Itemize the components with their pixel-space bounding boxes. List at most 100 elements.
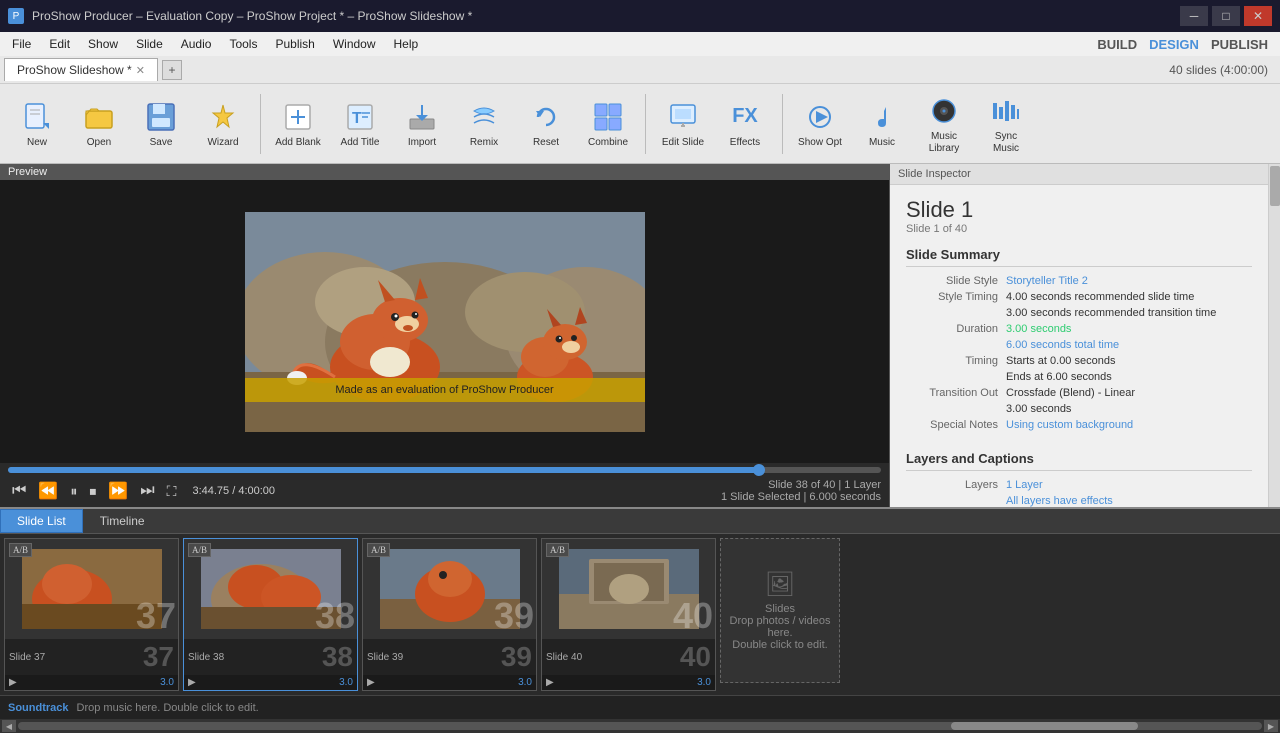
menu-edit[interactable]: Edit	[41, 35, 78, 53]
music-label: Music	[869, 137, 895, 149]
toolbar-fx-button[interactable]: FX Effects	[716, 88, 774, 160]
build-button[interactable]: BUILD	[1097, 37, 1137, 52]
slide-thumb-37[interactable]: A/B 37 Slide 37 37 ▶ 3.0	[4, 538, 179, 691]
slide-thumb-38[interactable]: A/B 38 Slide 38 38 ▶ 3.0	[183, 538, 358, 691]
style-timing-value-2: 3.00 seconds recommended transition time	[1006, 307, 1216, 319]
slide-info-line1: Slide 38 of 40 | 1 Layer	[721, 479, 881, 491]
close-button[interactable]: ✕	[1244, 6, 1272, 26]
toolbar-wizard-button[interactable]: Wizard	[194, 88, 252, 160]
h-scrollbar-thumb[interactable]	[951, 722, 1138, 730]
soundtrack-bar[interactable]: Soundtrack Drop music here. Double click…	[0, 695, 1280, 719]
empty-slides-label: Slides Drop photos / videos here. Double…	[729, 603, 831, 651]
tab-proshow-slideshow[interactable]: ProShow Slideshow * ✕	[4, 58, 158, 81]
toolbar-reset-button[interactable]: Reset	[517, 88, 575, 160]
timeline-tab[interactable]: Timeline	[83, 509, 162, 533]
special-notes-value[interactable]: Using custom background	[1006, 419, 1133, 431]
menu-audio[interactable]: Audio	[173, 35, 220, 53]
minimize-button[interactable]: ─	[1180, 6, 1208, 26]
design-button[interactable]: DESIGN	[1149, 37, 1199, 52]
slide-37-play-icon[interactable]: ▶	[9, 677, 17, 688]
save-icon	[143, 99, 179, 135]
menu-show[interactable]: Show	[80, 35, 126, 53]
bottom-panel: Slide List Timeline A/B 37 Slide 37 37	[0, 507, 1280, 720]
progress-bar[interactable]	[8, 467, 881, 473]
menu-publish[interactable]: Publish	[267, 35, 322, 53]
slide-39-label: Slide 39	[367, 652, 403, 663]
slide-38-image: A/B 38	[184, 539, 357, 639]
scroll-right-button[interactable]: ▶	[1264, 720, 1278, 732]
style-timing-label: Style Timing	[906, 291, 1006, 303]
preview-image-container: Made as an evaluation of ProShow Produce…	[245, 212, 645, 432]
slide-38-duration: 3.0	[339, 677, 353, 688]
inspector-panel: Slide Inspector Slide 1 Slide 1 of 40 Sl…	[890, 164, 1268, 507]
toolbar-add-title-button[interactable]: T Add Title	[331, 88, 389, 160]
stop-button[interactable]: ⏹	[85, 481, 100, 502]
inspector-row-transition: Transition Out Crossfade (Blend) - Linea…	[906, 387, 1252, 399]
fullscreen-button[interactable]: ⛶	[163, 481, 181, 502]
prev-slide-button[interactable]: ⏪	[34, 479, 62, 503]
go-to-start-button[interactable]: ⏮	[8, 480, 30, 502]
tab-close-icon[interactable]: ✕	[136, 64, 145, 77]
slide-38-bignum: 38	[322, 641, 353, 673]
toolbar-edit-slide-button[interactable]: Edit Slide	[654, 88, 712, 160]
menu-window[interactable]: Window	[325, 35, 384, 53]
preview-label: Preview	[0, 164, 889, 180]
empty-drop-zone[interactable]: 🖼 Slides Drop photos / videos here. Doub…	[720, 538, 840, 683]
fx-icon: FX	[727, 99, 763, 135]
open-label: Open	[87, 137, 111, 149]
duration-value: 3.00 seconds	[1006, 323, 1071, 335]
next-slide-button[interactable]: ⏩	[104, 479, 132, 503]
inspector-header: Slide Inspector	[890, 164, 1268, 185]
wizard-label: Wizard	[207, 137, 238, 149]
toolbar-import-button[interactable]: Import	[393, 88, 451, 160]
transport-controls: ⏮ ⏪ ⏸ ⏹ ⏩ ⏭ ⛶ 3:44.75 / 4:00:00	[8, 479, 275, 503]
total-time-label	[906, 339, 1006, 351]
menu-tools[interactable]: Tools	[221, 35, 265, 53]
horizontal-scrollbar[interactable]: ◀ ▶	[0, 719, 1280, 733]
style-timing-value: 4.00 seconds recommended slide time	[1006, 291, 1194, 303]
toolbar: New Open Save Wizard Add Blank T Add Tit…	[0, 84, 1280, 164]
go-to-end-button[interactable]: ⏭	[136, 480, 158, 502]
toolbar-sync-music-button[interactable]: Sync Music	[977, 88, 1035, 160]
inspector-scrollbar[interactable]	[1268, 164, 1280, 507]
scrollbar-thumb[interactable]	[1270, 166, 1280, 206]
effects-value[interactable]: All layers have effects	[1006, 495, 1113, 507]
slide-40-play-icon[interactable]: ▶	[546, 677, 554, 688]
toolbar-remix-button[interactable]: Remix	[455, 88, 513, 160]
watermark-text: Made as an evaluation of ProShow Produce…	[335, 384, 553, 396]
layers-captions-title: Layers and Captions	[906, 451, 1252, 471]
slide-info: Slide 38 of 40 | 1 Layer 1 Slide Selecte…	[721, 479, 881, 503]
slide-thumb-40[interactable]: A/B 40 Slide 40 40 ▶ 3.0	[541, 538, 716, 691]
slide-thumb-39[interactable]: A/B 39 Slide 39 39 ▶ 3.0	[362, 538, 537, 691]
add-title-icon: T	[342, 99, 378, 135]
toolbar-new-button[interactable]: New	[8, 88, 66, 160]
maximize-button[interactable]: □	[1212, 6, 1240, 26]
slide-38-label: Slide 38	[188, 652, 224, 663]
slide-style-value[interactable]: Storyteller Title 2	[1006, 275, 1088, 287]
bottom-tabs: Slide List Timeline	[0, 509, 1280, 534]
toolbar-combine-button[interactable]: Combine	[579, 88, 637, 160]
app-icon: P	[8, 8, 24, 24]
toolbar-show-opt-button[interactable]: Show Opt	[791, 88, 849, 160]
slide-39-play-icon[interactable]: ▶	[367, 677, 375, 688]
scroll-left-button[interactable]: ◀	[2, 720, 16, 732]
toolbar-save-button[interactable]: Save	[132, 88, 190, 160]
slide-list-tab[interactable]: Slide List	[0, 509, 83, 533]
new-label: New	[27, 137, 47, 149]
slide-38-controls: ▶ 3.0	[184, 675, 357, 690]
toolbar-music-button[interactable]: Music	[853, 88, 911, 160]
slide-38-play-icon[interactable]: ▶	[188, 677, 196, 688]
publish-button[interactable]: PUBLISH	[1211, 37, 1268, 52]
toolbar-add-blank-button[interactable]: Add Blank	[269, 88, 327, 160]
menu-slide[interactable]: Slide	[128, 35, 171, 53]
scrollbar-track[interactable]	[18, 722, 1262, 730]
show-opt-label: Show Opt	[798, 137, 842, 149]
effects-label	[906, 495, 1006, 507]
music-library-icon	[926, 93, 962, 129]
toolbar-music-library-button[interactable]: Music Library	[915, 88, 973, 160]
menu-file[interactable]: File	[4, 35, 39, 53]
pause-button[interactable]: ⏸	[66, 481, 81, 502]
menu-help[interactable]: Help	[386, 35, 427, 53]
toolbar-open-button[interactable]: Open	[70, 88, 128, 160]
add-tab-button[interactable]: +	[162, 60, 182, 80]
